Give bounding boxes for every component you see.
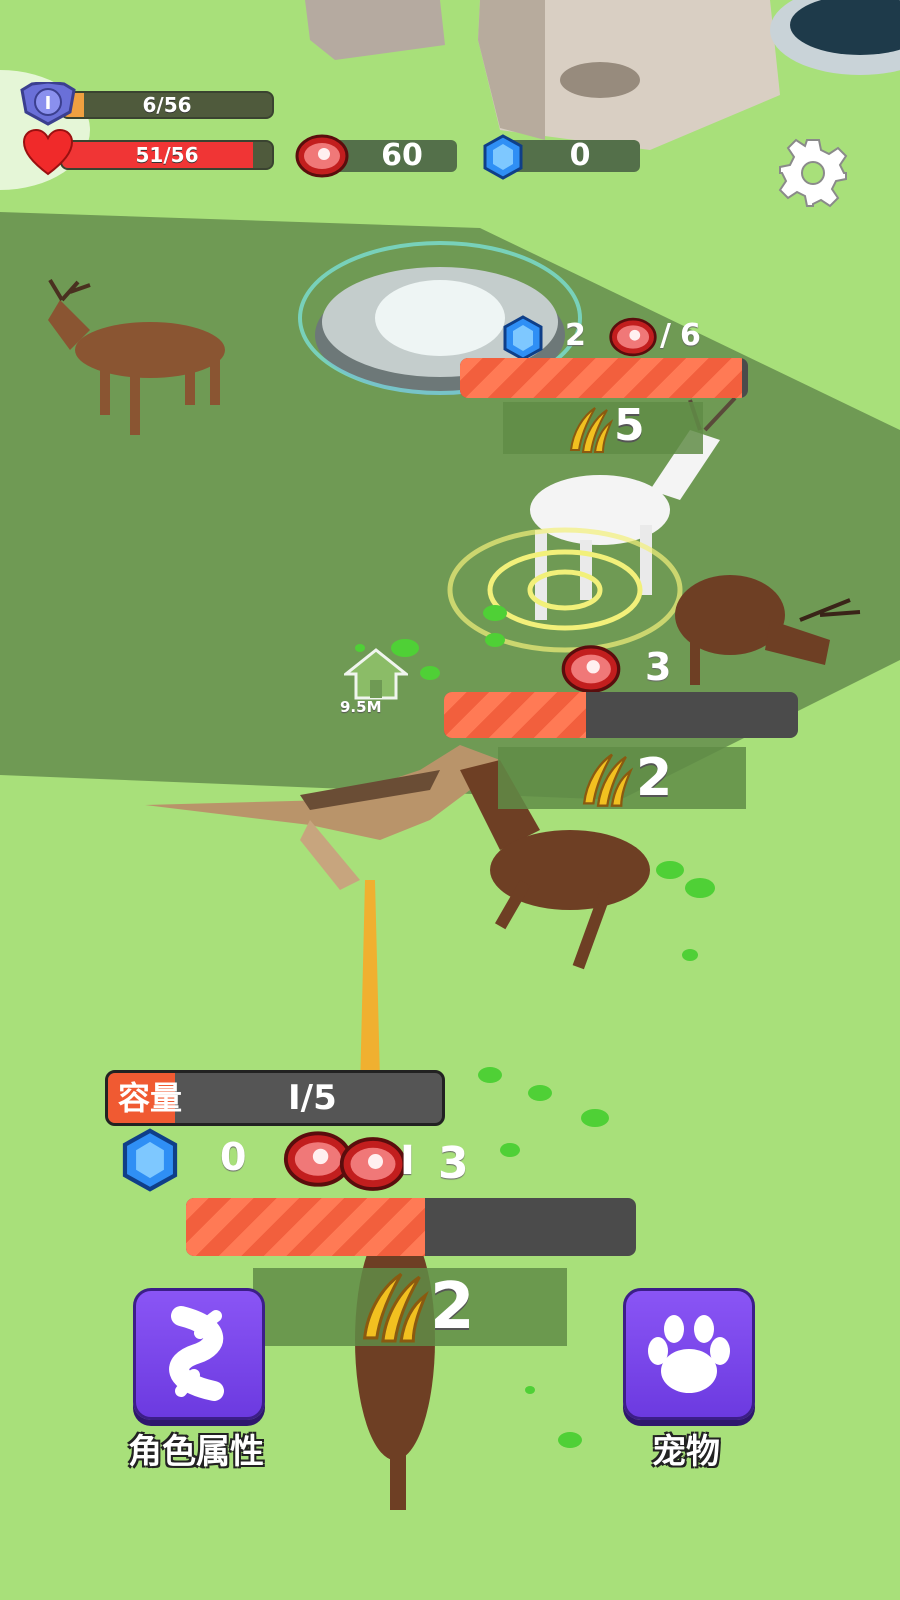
level-text: 6/56 [142, 93, 192, 117]
brown-deer-claw-level: 2 [636, 748, 673, 808]
capacity-label: 容量 [118, 1079, 183, 1117]
gem-icon [500, 315, 546, 361]
health-text: 51/56 [135, 143, 199, 167]
pet-button[interactable] [623, 1288, 755, 1420]
home-distance: 9.5M [340, 698, 382, 716]
white-deer-gem-count: 2 [565, 318, 586, 353]
meat-count: 60 [381, 138, 423, 173]
meat-icon [338, 1134, 408, 1194]
white-deer-meat-count: 6 [680, 318, 701, 353]
player-meat-count: I [400, 1138, 415, 1184]
dna-icon [169, 1306, 224, 1401]
character-stats-button[interactable] [133, 1288, 265, 1420]
white-deer-health-bar [460, 358, 748, 398]
meat-icon [608, 316, 658, 358]
player-gem-count: 0 [220, 1135, 247, 1179]
gear-icon[interactable] [778, 138, 848, 208]
gem-icon [480, 134, 526, 180]
svg-text:I: I [45, 93, 52, 114]
level-bar: 6/56 [60, 91, 274, 119]
white-deer-claw-level: 5 [614, 400, 645, 451]
claw-icon [576, 750, 634, 808]
claw-icon [565, 404, 614, 454]
heart-icon [22, 128, 74, 178]
brown-deer-meat-count: 3 [645, 645, 672, 689]
home-icon [341, 648, 411, 700]
paw-icon [648, 1315, 730, 1393]
player-claw-level: 2 [430, 1270, 475, 1344]
player-meat-count-overlap: 3 [438, 1138, 469, 1189]
capacity-bar: 容量 I/5 [105, 1070, 445, 1126]
meat-icon [560, 643, 622, 695]
gem-count: 0 [569, 138, 591, 173]
capacity-value: I/5 [288, 1078, 337, 1118]
shield-badge-icon: I [18, 80, 78, 126]
health-bar: 51/56 [60, 140, 274, 170]
character-stats-label: 角色属性 [128, 1432, 264, 1472]
brown-deer-health-bar [444, 692, 798, 738]
player-health-bar [186, 1198, 636, 1256]
white-deer-separator: / [660, 318, 671, 353]
claw-icon [355, 1268, 429, 1344]
meat-icon [294, 133, 350, 179]
gem-icon [118, 1128, 182, 1192]
pet-label: 宠物 [652, 1432, 720, 1472]
